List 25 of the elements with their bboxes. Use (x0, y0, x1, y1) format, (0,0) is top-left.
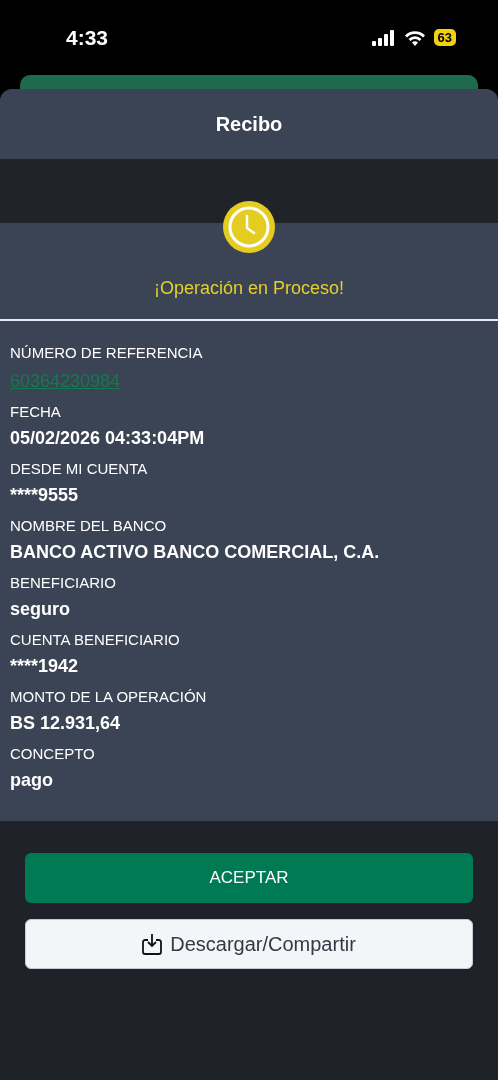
field-label: BENEFICIARIO (10, 575, 117, 590)
accept-button[interactable]: ACEPTAR (25, 853, 473, 903)
clock-time: 4:33 (66, 24, 109, 51)
battery-indicator: 63 (433, 28, 456, 47)
field-value: BS 12.931,64 (10, 714, 122, 732)
field-value: seguro (10, 600, 71, 618)
field-value: BANCO ACTIVO BANCO COMERCIAL, C.A. (10, 543, 381, 561)
field-label: CUENTA BENEFICIARIO (10, 632, 181, 647)
field-value: pago (10, 771, 54, 789)
field-label: DESDE MI CUENTA (10, 461, 149, 476)
field-label: NÚMERO DE REFERENCIA (10, 345, 204, 360)
field-label: MONTO DE LA OPERACIÓN (10, 689, 208, 704)
field-label: NOMBRE DEL BANCO (10, 518, 168, 533)
field-value: ****9555 (10, 486, 80, 504)
field-value: ****1942 (10, 657, 80, 675)
clock-icon (223, 201, 275, 253)
field-value: 05/02/2026 04:33:04PM (10, 429, 206, 447)
download-share-button[interactable]: Descargar/Compartir (25, 919, 473, 969)
wifi-icon (403, 29, 426, 46)
field-label: FECHA (10, 404, 62, 419)
field-label: CONCEPTO (10, 746, 96, 761)
download-icon (142, 933, 163, 955)
signal-icon (371, 29, 396, 46)
screen-title: Recibo (215, 112, 283, 137)
status-message: ¡Operación en Proceso! (153, 277, 345, 300)
